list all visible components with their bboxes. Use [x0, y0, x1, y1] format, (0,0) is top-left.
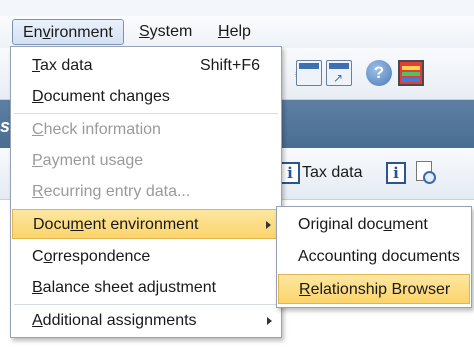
menu-item-check-information: Check information: [32, 121, 161, 138]
tax-data-button[interactable]: Tax data: [302, 162, 362, 184]
menu-separator: [14, 304, 278, 305]
menu-bar: Environment System Help: [0, 16, 474, 48]
document-environment-submenu: Original document Accounting documents R…: [276, 206, 472, 308]
menu-item-document-changes[interactable]: Document changes: [12, 82, 280, 112]
external-window-icon[interactable]: ↗: [326, 60, 352, 86]
submenu-arrow-icon: [266, 221, 271, 229]
menu-item-tax-data[interactable]: Tax data Shift+F6: [12, 51, 280, 81]
menu-item-document-environment[interactable]: Document environment: [12, 209, 280, 239]
menu-item-recurring-entry-data: Recurring entry data...: [32, 183, 191, 200]
help-icon[interactable]: ?: [366, 60, 392, 86]
environment-menu: Tax data Shift+F6 Document changes Check…: [10, 46, 282, 338]
menu-item-relationship-browser[interactable]: Relationship Browser: [278, 274, 470, 304]
title-text: s: [0, 116, 11, 136]
window-icon[interactable]: [296, 60, 322, 86]
menu-environment[interactable]: Environment: [12, 19, 124, 45]
menu-item-balance-sheet-adjustment[interactable]: Balance sheet adjustment: [12, 273, 280, 303]
info-icon[interactable]: i: [386, 162, 406, 184]
menu-separator: [14, 113, 278, 114]
menu-item-accounting-documents[interactable]: Accounting documents: [278, 242, 470, 272]
monitor-settings-icon[interactable]: [398, 60, 424, 86]
submenu-arrow-icon: [267, 317, 272, 325]
document-search-icon[interactable]: [414, 161, 438, 187]
menu-help[interactable]: Help: [208, 19, 261, 45]
shortcut-label: Shift+F6: [199, 57, 260, 74]
menu-item-additional-assignments[interactable]: Additional assignments: [12, 306, 280, 336]
menu-item-original-document[interactable]: Original document: [278, 210, 470, 240]
menu-item-correspondence[interactable]: Correspondence: [12, 242, 280, 272]
info-icon[interactable]: i: [280, 162, 300, 184]
menu-item-payment-usage: Payment usage: [32, 152, 144, 169]
menu-system[interactable]: System: [129, 19, 202, 45]
